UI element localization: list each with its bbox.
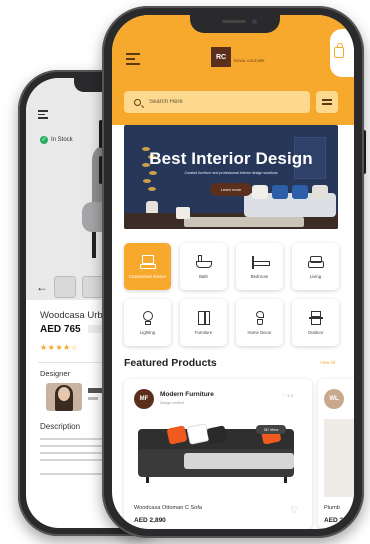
rating-stars: ★★★★☆: [40, 343, 79, 352]
thumbnail[interactable]: [82, 276, 104, 298]
cart-button[interactable]: [330, 29, 354, 77]
product-image[interactable]: 3D View: [134, 419, 302, 497]
check-icon: ✓: [40, 136, 48, 144]
product-price: AED 765: [40, 324, 81, 335]
cabinet-icon: [196, 310, 212, 325]
category-outdoor[interactable]: Outdoor: [292, 299, 339, 346]
view-all-link[interactable]: View All: [320, 360, 335, 365]
category-customized-interior[interactable]: Customized Interior: [124, 243, 171, 290]
featured-title: Featured Products: [124, 357, 217, 369]
product-image[interactable]: [324, 419, 354, 497]
product-price: AED 2,890: [134, 517, 166, 524]
category-label: Outdoor: [307, 329, 324, 335]
menu-icon[interactable]: [38, 110, 48, 121]
front-phone-screen: RC ROYAL COUTURE Best Interi: [112, 15, 354, 529]
product-title: Woodcasa Urb: [40, 310, 103, 321]
category-label: Bath: [199, 273, 208, 279]
designer-avatar[interactable]: [46, 383, 82, 411]
bed-icon: [251, 255, 270, 269]
logo-initials: RC: [211, 47, 231, 67]
product-price: AED 2: [324, 517, 344, 524]
brand-avatar[interactable]: MF: [134, 389, 154, 409]
category-bedroom[interactable]: Bedroom: [236, 243, 283, 290]
custom-interior-icon: [139, 254, 156, 269]
category-lighting[interactable]: Lighting: [124, 299, 171, 346]
thumbnail-strip: ←: [36, 276, 104, 298]
front-notch: [190, 15, 280, 33]
banner-button[interactable]: Learn more: [210, 183, 252, 196]
category-bath[interactable]: Bath: [180, 243, 227, 290]
category-furniture[interactable]: Furniture: [180, 299, 227, 346]
likes-count: ♡ 1.4: [282, 393, 294, 398]
category-label: Customized Interior: [128, 273, 167, 279]
brand-name: Modern Furniture: [160, 391, 214, 398]
search-icon: [134, 98, 141, 106]
arrow-left-icon[interactable]: ←: [36, 280, 48, 294]
product-card[interactable]: WL Plumb AED 2: [318, 379, 354, 529]
category-home-decor[interactable]: Home Decor: [236, 299, 283, 346]
stock-badge: ✓ In Stock: [40, 136, 73, 144]
category-label: Home Decor: [247, 329, 272, 335]
chair-icon: [308, 310, 324, 325]
heart-icon[interactable]: ♡: [290, 505, 298, 516]
search-bar: [124, 91, 310, 113]
stock-label: In Stock: [51, 137, 73, 143]
brand-logo: RC ROYAL COUTURE: [211, 47, 265, 67]
search-input[interactable]: [147, 98, 301, 106]
menu-icon[interactable]: [126, 53, 140, 68]
brand-avatar[interactable]: WL: [324, 389, 344, 409]
front-phone-frame: RC ROYAL COUTURE Best Interi: [102, 6, 364, 538]
category-label: Furniture: [194, 329, 213, 335]
bathtub-icon: [195, 254, 212, 269]
description-label: Description: [40, 422, 81, 431]
shopping-bag-icon: [334, 43, 344, 58]
promo-banner[interactable]: Best Interior Design Curated furniture a…: [124, 125, 338, 229]
product-name: Plumb: [324, 505, 340, 511]
category-label: Lighting: [139, 329, 156, 335]
view-3d-badge[interactable]: 3D View: [256, 425, 286, 434]
product-card[interactable]: MF Modern Furniture Design verified ♡ 1.…: [124, 379, 312, 529]
thumbnail[interactable]: [54, 276, 76, 298]
filter-button[interactable]: [316, 91, 338, 113]
plant-icon: [252, 310, 268, 325]
logo-name: ROYAL COUTURE: [234, 58, 265, 63]
category-label: Bedroom: [250, 273, 269, 279]
category-living[interactable]: Living: [292, 243, 339, 290]
sofa-icon: [307, 255, 324, 269]
product-name: Woodcasa Ottoman C Sofa: [134, 505, 202, 511]
designer-role: [88, 397, 98, 400]
banner-title: Best Interior Design: [149, 149, 313, 168]
category-label: Living: [309, 273, 322, 279]
brand-subtitle: Design verified: [160, 401, 184, 405]
banner-subtitle: Curated furniture and professional inter…: [184, 171, 278, 175]
bulb-icon: [140, 310, 156, 325]
designer-label: Designer: [40, 369, 71, 378]
